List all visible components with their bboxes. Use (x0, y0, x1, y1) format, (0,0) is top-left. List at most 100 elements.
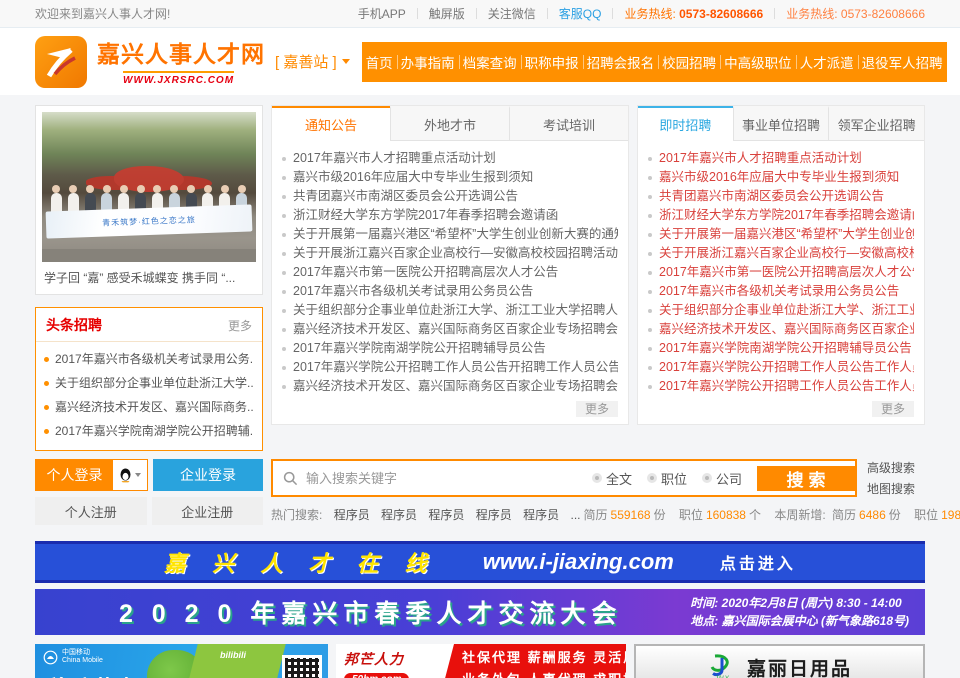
notice-item[interactable]: 2017年嘉兴市第一医院公开招聘高层次人才公告 (282, 263, 618, 282)
search-box: 全文 职位 公司 搜索 (271, 459, 857, 497)
jiaxing-talent-online-banner[interactable]: 嘉 兴 人 才 在 线 www.i-jiaxing.com 点击进入 (35, 541, 925, 583)
tab-exam-training[interactable]: 考试培训 (509, 106, 628, 141)
top-utility-bar: 欢迎来到嘉兴人事人才网! 手机APP 触屏版 关注微信 客服QQ 业务热线: 0… (0, 0, 960, 28)
nav-item-senior-jobs[interactable]: 中高级职位 (720, 42, 796, 82)
notice-item[interactable]: 2017年嘉兴市人才招聘重点活动计划 (282, 149, 618, 168)
hot-keyword[interactable]: 程序员 (428, 508, 464, 522)
topbar-link-mobile-app[interactable]: 手机APP (347, 5, 417, 22)
job-item[interactable]: 嘉兴经济技术开发区、嘉兴国际商务区百家企业专... (648, 320, 914, 339)
china-mobile-ad[interactable]: 中国移动 China Mobile 移动花卡 bilibili 季度会员 (35, 644, 328, 678)
topbar-link-qq-service[interactable]: 客服QQ (548, 5, 613, 22)
tab-instant-jobs[interactable]: 即时招聘 (638, 106, 733, 141)
notice-item[interactable]: 关于组织部分企事业单位赴浙江大学、浙江工业大学招聘人才的... (282, 301, 618, 320)
search-input[interactable] (306, 461, 592, 495)
hot-keyword[interactable]: 程序员 (334, 508, 370, 522)
job-item[interactable]: 关于组织部分企事业单位赴浙江大学、浙江工业大... (648, 301, 914, 320)
nav-item-guide[interactable]: 办事指南 (397, 42, 459, 82)
photo-ground (42, 249, 256, 263)
hot-keyword[interactable]: 程序员 (523, 508, 559, 522)
job-item[interactable]: 2017年嘉兴市人才招聘重点活动计划 (648, 149, 914, 168)
photo-caption[interactable]: 学子回 “嘉” 感受禾城蝶变 携手同 “... (42, 262, 256, 288)
notice-item[interactable]: 关于开展浙江嘉兴百家企业高校行—安徽高校校园招聘活动的通... (282, 244, 618, 263)
job-item[interactable]: 2017年嘉兴学院公开招聘工作人员公告工作人员... (648, 377, 914, 396)
qr-code (282, 655, 322, 678)
headline-item[interactable]: 关于组织部分企事业单位赴浙江大学... (44, 371, 254, 395)
site-title: 嘉兴人事人才网 (97, 35, 265, 69)
notice-item[interactable]: 嘉兴经济技术开发区、嘉兴国际商务区百家企业专场招聘会公告 (282, 377, 618, 396)
company-register-button[interactable]: 企业注册 (152, 497, 264, 525)
jiali-ad[interactable]: JALY 嘉丽日用品 (634, 644, 925, 678)
job-item[interactable]: 关于开展浙江嘉兴百家企业高校行—安徽高校校园... (648, 244, 914, 263)
nav-item-campus[interactable]: 校园招聘 (658, 42, 720, 82)
bullet-icon (44, 381, 49, 386)
scope-radio-position[interactable]: 职位 (647, 469, 687, 488)
job-item[interactable]: 共青团嘉兴市南湖区委员会公开选调公告 (648, 187, 914, 206)
notice-item[interactable]: 嘉兴经济技术开发区、嘉兴国际商务区百家企业专场招聘会公告 (282, 320, 618, 339)
nav-item-title-apply[interactable]: 职称申报 (521, 42, 583, 82)
qq-login-button[interactable] (113, 460, 147, 490)
jobs-tabs: 即时招聘 事业单位招聘 领军企业招聘 (638, 106, 924, 141)
headline-item[interactable]: 2017年嘉兴市各级机关考试录用公务... (44, 347, 254, 371)
notice-item[interactable]: 浙江财经大学东方学院2017年春季招聘会邀请函 (282, 206, 618, 225)
nav-item-veterans[interactable]: 退役军人招聘 (858, 42, 947, 82)
notice-item[interactable]: 关于开展第一届嘉兴港区“希望杯”大学生创业创新大赛的通知 (282, 225, 618, 244)
search-button[interactable]: 搜索 (757, 466, 855, 491)
bullet-icon (282, 366, 286, 370)
headline-item[interactable]: 2017年嘉兴学院南湖学院公开招聘辅... (44, 419, 254, 443)
nav-item-jobfair[interactable]: 招聘会报名 (583, 42, 659, 82)
notice-more-link[interactable]: 更多 (576, 401, 618, 417)
bullet-icon (648, 252, 652, 256)
tab-notices[interactable]: 通知公告 (272, 106, 390, 141)
company-login-button[interactable]: 企业登录 (153, 459, 263, 491)
bangmang-site: 50bm.com (344, 673, 409, 678)
topbar-link-wechat[interactable]: 关注微信 (477, 5, 547, 22)
tab-leading-company-jobs[interactable]: 领军企业招聘 (828, 106, 924, 141)
headline-item[interactable]: 嘉兴经济技术开发区、嘉兴国际商务... (44, 395, 254, 419)
job-item[interactable]: 2017年嘉兴学院公开招聘工作人员公告工作人员... (648, 358, 914, 377)
station-switcher[interactable]: [ 嘉善站 ] (275, 51, 350, 72)
hot-keyword[interactable]: ... (570, 508, 580, 522)
notice-item[interactable]: 2017年嘉兴市各级机关考试录用公务员公告 (282, 282, 618, 301)
tab-public-institution-jobs[interactable]: 事业单位招聘 (733, 106, 829, 141)
notice-item[interactable]: 2017年嘉兴学院公开招聘工作人员公告开招聘工作人员公告开... (282, 358, 618, 377)
scope-radio-company[interactable]: 公司 (702, 469, 742, 488)
map-search-link[interactable]: 地图搜索 (867, 480, 925, 497)
bullet-icon (44, 405, 49, 410)
bullet-icon (648, 195, 652, 199)
news-photo[interactable]: 青禾筑梦·红色之恋之旅 (42, 112, 256, 262)
nav-item-archive[interactable]: 档案查询 (459, 42, 521, 82)
jobs-more-link[interactable]: 更多 (872, 401, 914, 417)
notice-item[interactable]: 2017年嘉兴学院南湖学院公开招聘辅导员公告 (282, 339, 618, 358)
job-item[interactable]: 2017年嘉兴市第一医院公开招聘高层次人才公告 (648, 263, 914, 282)
bullet-icon (282, 195, 286, 199)
notice-column: 通知公告 外地才市 考试培训 2017年嘉兴市人才招聘重点活动计划 嘉兴市级20… (271, 105, 629, 451)
hotline-secondary: 业务热线: 0573-82608666 (786, 5, 925, 22)
job-item[interactable]: 2017年嘉兴市各级机关考试录用公务员公告 (648, 282, 914, 301)
site-logo[interactable] (35, 36, 87, 88)
bullet-icon (282, 252, 286, 256)
nav-item-home[interactable]: 首页 (362, 42, 397, 82)
job-item[interactable]: 嘉兴市级2016年应届大中专毕业生报到须知 (648, 168, 914, 187)
personal-register-button[interactable]: 个人注册 (35, 497, 147, 525)
radio-icon (702, 473, 712, 483)
topbar-link-touch-version[interactable]: 触屏版 (418, 5, 476, 22)
bullet-icon (648, 309, 652, 313)
divider (612, 8, 613, 19)
notice-item[interactable]: 嘉兴市级2016年应届大中专毕业生报到须知 (282, 168, 618, 187)
personal-login-button[interactable]: 个人登录 (36, 460, 113, 490)
hot-keyword[interactable]: 程序员 (476, 508, 512, 522)
tab-other-markets[interactable]: 外地才市 (390, 106, 509, 141)
job-item[interactable]: 关于开展第一届嘉兴港区“希望杯”大学生创业创... (648, 225, 914, 244)
job-item[interactable]: 2017年嘉兴学院南湖学院公开招聘辅导员公告 (648, 339, 914, 358)
nav-item-dispatch[interactable]: 人才派遣 (796, 42, 858, 82)
notice-item[interactable]: 共青团嘉兴市南湖区委员会公开选调公告 (282, 187, 618, 206)
scope-radio-fulltext[interactable]: 全文 (592, 469, 632, 488)
bangmang-hr-ad[interactable]: 邦芒人力 50bm.com 社保代理 薪酬服务 灵活用工 业务外包 人事代理 求… (336, 644, 626, 678)
spring-jobfair-banner[interactable]: 2 0 2 0 年嘉兴市春季人才交流大会 时间: 2020年2月8日 (周六) … (35, 589, 925, 635)
job-item[interactable]: 浙江财经大学东方学院2017年春季招聘会邀请函 (648, 206, 914, 225)
headline-more-link[interactable]: 更多 (228, 317, 252, 334)
left-column: 青禾筑梦·红色之恋之旅 学子回 “嘉” 感受禾城蝶变 携手同 “... 头条招聘… (35, 105, 263, 451)
advanced-search-link[interactable]: 高级搜索 (867, 459, 925, 476)
bullet-icon (648, 271, 652, 275)
hot-keyword[interactable]: 程序员 (381, 508, 417, 522)
